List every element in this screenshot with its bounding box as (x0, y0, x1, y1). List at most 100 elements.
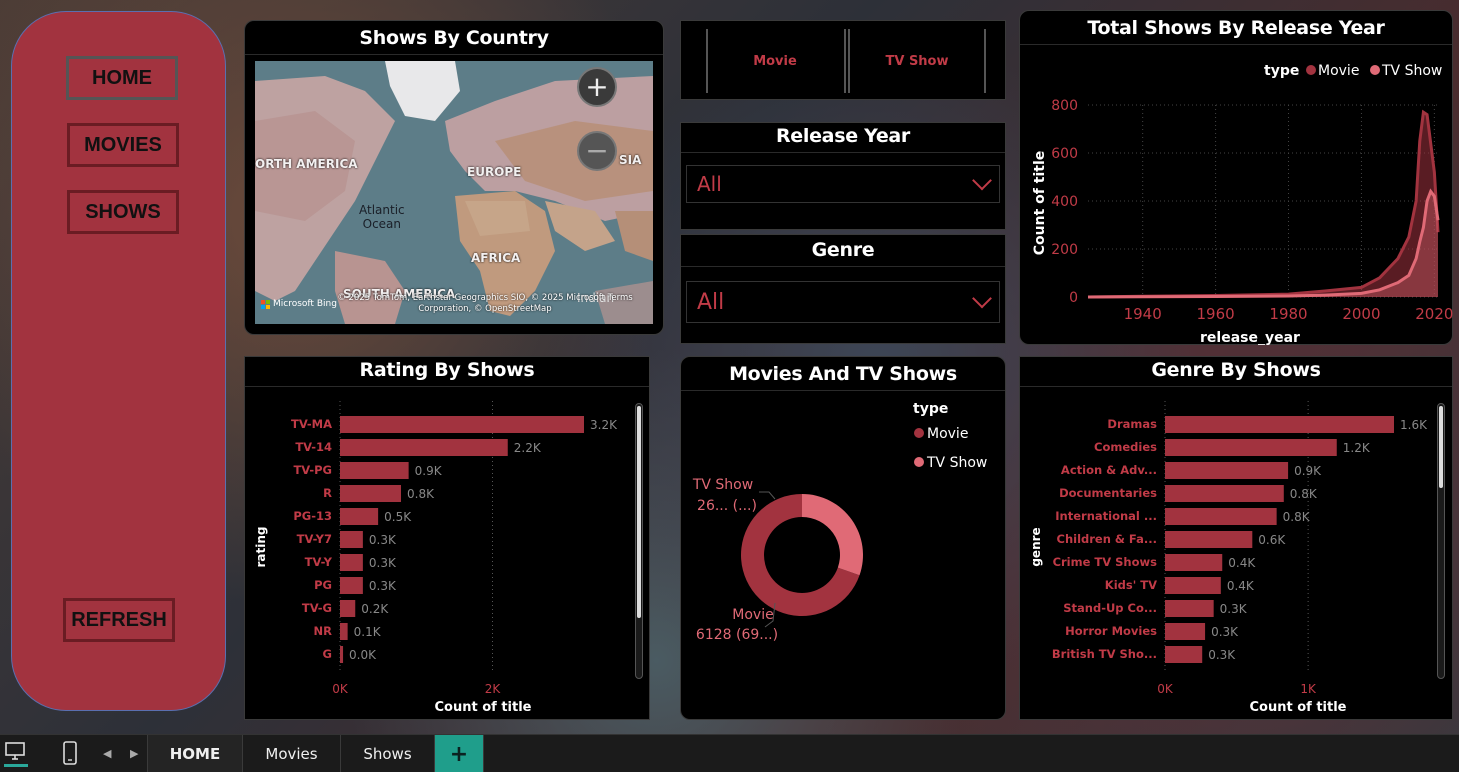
genre-category-label: Children & Fa... (1057, 532, 1158, 546)
rating-bar (340, 485, 401, 502)
world-map[interactable]: ORTH AMERICA EUROPE SIA Atlantic Ocean AF… (255, 61, 653, 324)
type-slicer: Movie TV Show (680, 20, 1006, 100)
genre-category-label: International ... (1055, 509, 1157, 523)
genre-value-label: 0.4K (1228, 556, 1256, 570)
type-option-tvshow[interactable]: TV Show (853, 54, 981, 69)
donut-legend-title: type (913, 401, 948, 417)
rating-category-label: G (323, 647, 332, 661)
rating-ylabel: rating (254, 527, 268, 568)
year-xtick: 2020 (1415, 305, 1453, 323)
map-label-asia: SIA (619, 153, 642, 167)
genre-ylabel: genre (1029, 527, 1043, 566)
genre-title: Genre (681, 235, 1005, 267)
year-xtick: 2000 (1342, 305, 1380, 323)
rating-category-label: TV-G (302, 601, 332, 615)
genre-bar (1165, 485, 1284, 502)
genre-bar (1165, 623, 1206, 640)
rating-xlabel: Count of title (435, 700, 532, 715)
genre-chart-panel: Genre By Shows 0K 1K Dramas 1.6K Comedies 1.2… (1019, 356, 1453, 720)
genre-bar (1165, 462, 1289, 479)
tab-shows[interactable]: Shows (341, 735, 435, 772)
donut-label-tv-name: TV Show (692, 477, 753, 493)
genre-bar (1165, 554, 1223, 571)
rating-value-label: 0.1K (354, 625, 382, 639)
rating-category-label: NR (314, 624, 333, 638)
genre-scroll-thumb[interactable] (1439, 406, 1443, 488)
genre-value-label: 1.6K (1400, 418, 1428, 432)
map-label-atlantic: Atlantic Ocean (359, 203, 405, 231)
page-tabs-bar: ◀ ▶ HOME Movies Shows + (0, 734, 1459, 772)
shows-button[interactable]: SHOWS (67, 190, 179, 234)
rating-category-label: TV-MA (291, 417, 332, 431)
refresh-button[interactable]: REFRESH (63, 598, 175, 642)
year-chart-panel: Total Shows By Release Year type Movie T… (1019, 10, 1453, 345)
year-xtick: 1980 (1269, 305, 1307, 323)
genre-category-label: Action & Adv... (1061, 463, 1157, 477)
year-legend-tv: TV Show (1381, 63, 1442, 79)
legend-movie-dot (1306, 65, 1316, 75)
genre-category-label: British TV Sho... (1052, 647, 1157, 661)
rating-bar (340, 600, 356, 617)
donut-label-tv-value: 26... (...) (697, 498, 757, 514)
rating-category-label: PG-13 (293, 509, 332, 523)
year-line-movie (1087, 109, 1440, 299)
genre-value-label: 0.4K (1227, 579, 1255, 593)
rating-bar (340, 646, 344, 663)
rating-value-label: 2.2K (514, 441, 542, 455)
genre-scrollbar[interactable] (1437, 403, 1445, 679)
movies-button[interactable]: MOVIES (67, 123, 179, 167)
rating-bar (340, 531, 363, 548)
rating-value-label: 3.2K (590, 418, 618, 432)
year-chart[interactable]: type Movie TV Show 80060040020001940 1960… (1020, 45, 1454, 345)
home-button[interactable]: HOME (66, 56, 178, 100)
prev-page-icon[interactable]: ◀ (103, 747, 111, 760)
rating-bar (340, 462, 409, 479)
genre-value-label: 1.2K (1343, 441, 1371, 455)
genre-slicer: Genre All (680, 234, 1006, 344)
zoom-in-button[interactable]: + (577, 67, 617, 107)
rating-scroll-thumb[interactable] (637, 406, 641, 618)
genre-bar (1165, 600, 1214, 617)
genre-xtick: 0K (1157, 682, 1174, 696)
donut-chart[interactable]: type Movie TV Show TV Show 26... (...) M… (681, 391, 1007, 721)
rating-category-label: TV-PG (293, 463, 332, 477)
rating-value-label: 0.3K (369, 579, 397, 593)
add-page-button[interactable]: + (435, 735, 484, 772)
chevron-down-icon (972, 288, 992, 309)
genre-value-label: 0.3K (1211, 625, 1239, 639)
genre-category-label: Crime TV Shows (1053, 555, 1158, 569)
genre-category-label: Horror Movies (1065, 624, 1157, 638)
mobile-view-icon[interactable] (62, 741, 78, 769)
zoom-out-button[interactable]: − (577, 131, 617, 171)
year-ytick: 200 (1051, 242, 1078, 258)
genre-bar (1165, 577, 1221, 594)
genre-category-label: Dramas (1107, 417, 1157, 431)
donut-label-movie-value: 6128 (69...) (696, 627, 778, 643)
donut-label-movie-name: Movie (732, 607, 773, 623)
desktop-view-icon[interactable] (4, 741, 28, 767)
next-page-icon[interactable]: ▶ (130, 747, 138, 760)
genre-dropdown[interactable]: All (686, 281, 1000, 323)
rating-scrollbar[interactable] (635, 403, 643, 679)
year-area-movie (1088, 112, 1438, 297)
genre-chart[interactable]: 0K 1K Dramas 1.6K Comedies 1.2K Action & Adv..… (1020, 387, 1454, 721)
map-attribution[interactable]: © 2025 TomTom, Earthstar Geographics SIO… (335, 293, 635, 315)
map-label-north-america: ORTH AMERICA (255, 157, 358, 171)
release-year-title: Release Year (681, 123, 1005, 153)
donut-legend-tv: TV Show (926, 455, 987, 471)
tab-home[interactable]: HOME (147, 735, 243, 772)
type-option-movie[interactable]: Movie (711, 54, 839, 69)
year-ytick: 0 (1069, 290, 1078, 306)
genre-category-label: Comedies (1094, 440, 1157, 454)
genre-value-label: 0.8K (1290, 487, 1318, 501)
genre-bar (1165, 531, 1253, 548)
rating-xtick: 0K (332, 682, 349, 696)
genre-value-label: 0.3K (1208, 648, 1236, 662)
rating-category-label: TV-Y7 (297, 532, 332, 546)
rating-bar (340, 508, 379, 525)
genre-xlabel: Count of title (1250, 700, 1347, 715)
tab-movies[interactable]: Movies (243, 735, 341, 772)
rating-chart[interactable]: 0K 2K TV-MA 3.2K TV-14 2.2K TV-PG 0.9K R 0.8K PG-1… (245, 387, 651, 721)
release-year-dropdown[interactable]: All (686, 165, 1000, 203)
genre-bar (1165, 439, 1337, 456)
